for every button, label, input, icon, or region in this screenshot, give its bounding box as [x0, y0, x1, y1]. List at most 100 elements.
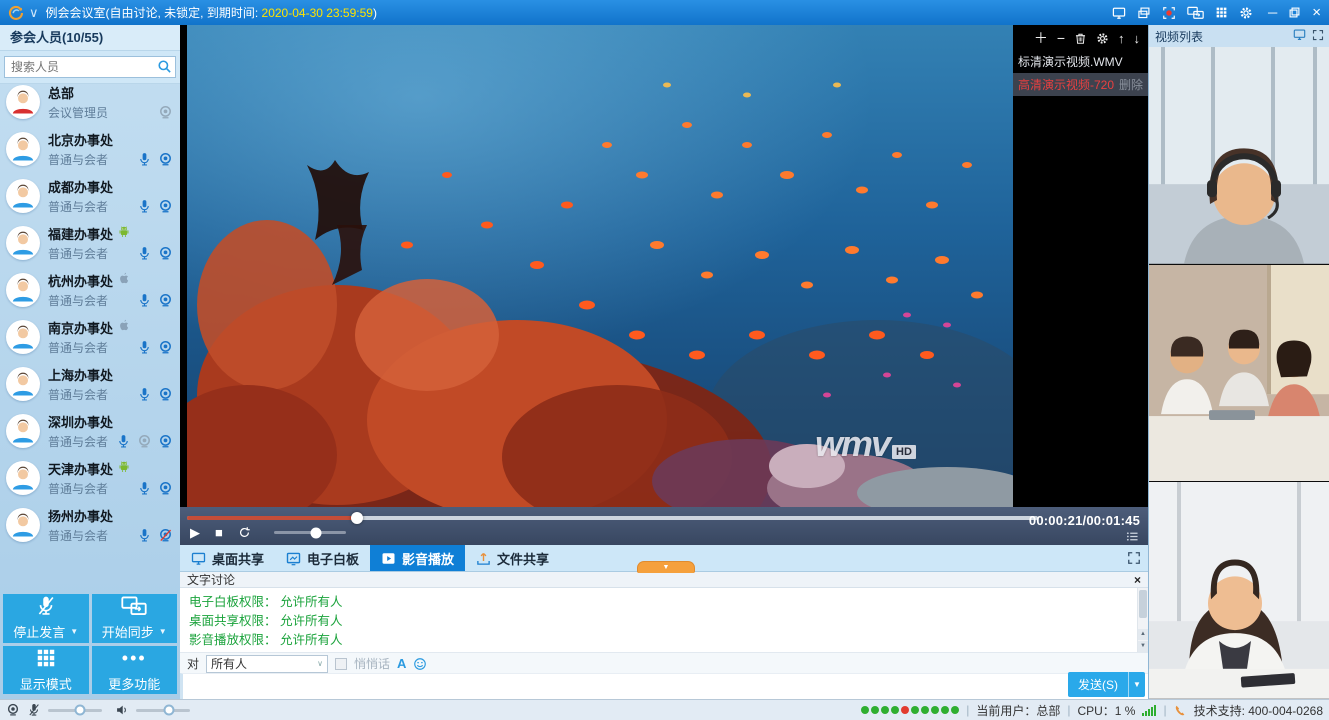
participant-name: 天津办事处 — [48, 459, 113, 478]
playlist-item-selected[interactable]: 高清演示视频-720P.wmv 删除 — [1013, 73, 1148, 96]
microphone-icon[interactable] — [137, 199, 152, 214]
move-up-icon[interactable]: ↑ — [1118, 32, 1125, 45]
trash-icon[interactable] — [1074, 32, 1087, 45]
microphone-icon[interactable] — [137, 340, 152, 355]
start-sync-button[interactable]: 开始同步▼ — [92, 594, 178, 643]
webcam-icon[interactable] — [158, 434, 173, 449]
participant-row[interactable]: 天津办事处 普通与会者 — [0, 454, 180, 501]
playlist-item[interactable]: 标清演示视频.WMV — [1013, 50, 1148, 73]
remove-icon[interactable]: − — [1057, 31, 1065, 45]
font-button[interactable]: A — [397, 656, 406, 671]
webcam-feed[interactable] — [1149, 47, 1329, 265]
participant-row[interactable]: 成都办事处 普通与会者 — [0, 172, 180, 219]
participant-role: 普通与会者 — [48, 339, 131, 356]
windows-view-icon[interactable] — [1137, 6, 1151, 20]
participants-sidebar: 参会人员(10/55) 总部 会议管理员 北京办事处 普通与会者 — [0, 25, 181, 700]
scrollbar-thumb[interactable] — [1139, 590, 1147, 618]
move-down-icon[interactable]: ↓ — [1134, 32, 1141, 45]
display-icon[interactable] — [1293, 28, 1306, 44]
record-icon[interactable] — [1162, 6, 1176, 20]
webcam-icon[interactable] — [158, 340, 173, 355]
microphone-icon[interactable] — [137, 387, 152, 402]
webcam-icon[interactable] — [158, 293, 173, 308]
speaker-volume-slider[interactable] — [136, 709, 190, 712]
scroll-up-icon[interactable]: ▲ — [1138, 629, 1148, 640]
cpu-label: CPU：1 % — [1077, 702, 1135, 719]
webcam-icon[interactable] — [158, 246, 173, 261]
webcam-icon[interactable] — [6, 703, 20, 717]
mic-muted-icon[interactable] — [27, 703, 41, 717]
mic-volume-slider[interactable] — [48, 709, 102, 712]
search-input[interactable] — [4, 56, 176, 78]
webcam-icon[interactable] — [158, 387, 173, 402]
participant-row[interactable]: 南京办事处 普通与会者 — [0, 313, 180, 360]
display-mode-button[interactable]: 显示模式 — [3, 646, 89, 695]
send-options-caret-icon[interactable]: ▼ — [1128, 672, 1145, 697]
chat-input[interactable]: 发送(S) ▼ — [180, 673, 1148, 700]
presenter-monitor-icon[interactable] — [1112, 6, 1126, 20]
microphone-icon[interactable] — [137, 481, 152, 496]
participant-row[interactable]: 深圳办事处 普通与会者 — [0, 407, 180, 454]
progress-thumb[interactable] — [351, 512, 363, 524]
apple-icon — [117, 271, 131, 290]
webcam-feed[interactable] — [1149, 265, 1329, 483]
avatar — [6, 320, 40, 354]
webcam-icon[interactable] — [158, 199, 173, 214]
scroll-down-icon[interactable]: ▼ — [1138, 641, 1148, 652]
tab-whiteboard[interactable]: 电子白板 — [275, 545, 370, 571]
dropdown-caret-icon[interactable]: ▼ — [159, 627, 167, 636]
webcam-icon[interactable] — [158, 105, 173, 120]
gear-icon[interactable] — [1096, 32, 1109, 45]
restore-icon[interactable] — [1288, 6, 1301, 19]
webcam-icon[interactable] — [158, 152, 173, 167]
tab-desktop-share[interactable]: 桌面共享 — [180, 545, 275, 571]
stop-speaking-button[interactable]: 停止发言▼ — [3, 594, 89, 643]
loop-icon[interactable] — [238, 526, 251, 539]
player-volume-slider[interactable] — [274, 531, 346, 534]
add-icon[interactable]: ＋ — [1034, 31, 1048, 45]
participant-row[interactable]: 福建办事处 普通与会者 — [0, 219, 180, 266]
whisper-checkbox[interactable] — [335, 658, 347, 670]
settings-gear-icon[interactable] — [1239, 6, 1253, 20]
fullscreen-icon[interactable] — [1127, 551, 1141, 565]
delete-link[interactable]: 删除 — [1119, 76, 1143, 93]
avatar — [6, 179, 40, 213]
emoji-icon[interactable] — [413, 657, 427, 671]
participant-row[interactable]: 北京办事处 普通与会者 — [0, 125, 180, 172]
microphone-icon[interactable] — [137, 528, 152, 543]
webcam-off-icon[interactable] — [158, 528, 173, 543]
volume-thumb[interactable] — [310, 527, 321, 538]
microphone-icon[interactable] — [137, 246, 152, 261]
participant-list: 总部 会议管理员 北京办事处 普通与会者 成都办事处 — [0, 78, 180, 548]
tab-media-play[interactable]: 影音播放 — [370, 545, 465, 571]
webcam-icon[interactable] — [158, 481, 173, 496]
minimize-icon[interactable]: ─ — [1268, 6, 1277, 19]
microphone-icon[interactable] — [137, 152, 152, 167]
more-functions-button[interactable]: ••• 更多功能 — [92, 646, 178, 695]
microphone-icon[interactable] — [137, 293, 152, 308]
collapse-handle[interactable]: ▼ — [637, 561, 695, 573]
tab-file-share[interactable]: 文件共享 — [465, 545, 560, 571]
participant-row[interactable]: 扬州办事处 普通与会者 — [0, 501, 180, 548]
participant-row[interactable]: 上海办事处 普通与会者 — [0, 360, 180, 407]
expand-icon[interactable] — [1312, 29, 1324, 44]
webcam-feed[interactable] — [1149, 482, 1329, 700]
play-icon[interactable]: ▶ — [190, 526, 200, 539]
speaker-icon[interactable] — [115, 703, 129, 717]
participant-row[interactable]: 总部 会议管理员 — [0, 78, 180, 125]
stop-icon[interactable]: ■ — [215, 526, 223, 539]
display-grid-icon[interactable] — [1215, 6, 1228, 19]
close-icon[interactable]: × — [1312, 5, 1321, 20]
send-button[interactable]: 发送(S) ▼ — [1068, 672, 1145, 697]
microphone-icon[interactable] — [116, 434, 131, 449]
dropdown-caret-icon[interactable]: ▼ — [70, 627, 78, 636]
recipient-select[interactable]: 所有人∨ — [206, 655, 328, 673]
menu-chevron-icon[interactable]: ∨ — [29, 6, 39, 19]
chat-close-icon[interactable]: × — [1134, 574, 1141, 586]
search-icon[interactable] — [157, 59, 172, 79]
webcam-disabled-icon[interactable] — [137, 434, 152, 449]
progress-bar[interactable] — [187, 516, 1038, 520]
sync-displays-icon[interactable] — [1187, 6, 1204, 20]
chat-scrollbar[interactable]: ▲ ▼ — [1137, 588, 1148, 652]
participant-row[interactable]: 杭州办事处 普通与会者 — [0, 266, 180, 313]
